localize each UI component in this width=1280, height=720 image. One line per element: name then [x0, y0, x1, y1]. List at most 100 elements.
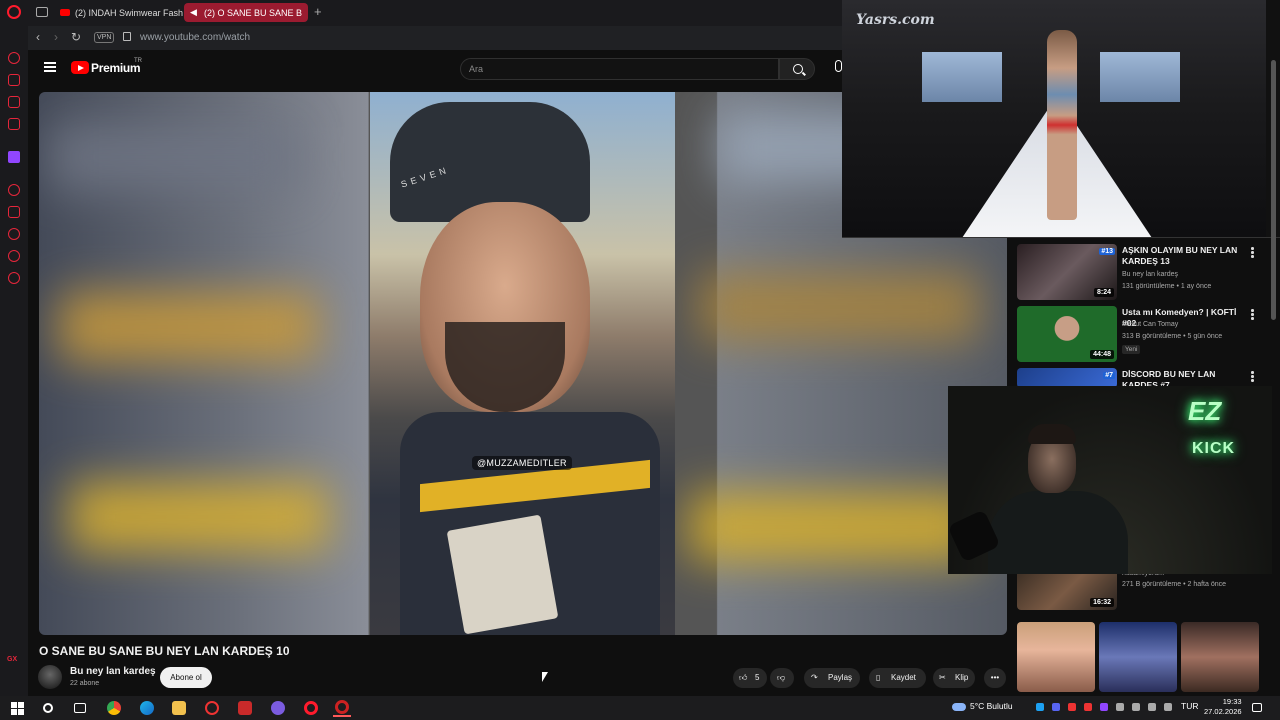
screen-panel-right: [1100, 52, 1180, 102]
start-button[interactable]: [8, 699, 26, 717]
save-button[interactable]: ▯ Kaydet: [869, 668, 926, 688]
more-options-icon[interactable]: [1251, 371, 1254, 382]
streamer-hair: [1028, 424, 1076, 444]
recommendation-thumbnail[interactable]: 44:48: [1017, 306, 1117, 362]
opera-gx-icon[interactable]: [333, 699, 351, 717]
speaker-icon[interactable]: ◀: [190, 8, 199, 17]
recommendation-item[interactable]: 16:32 nusamiyorum 271 B görüntüleme • 2 …: [1017, 570, 1272, 612]
extensions-icon[interactable]: [8, 250, 20, 262]
tray-volume-icon[interactable]: [1164, 703, 1172, 711]
discord-like-icon[interactable]: [269, 699, 287, 717]
tab-indah-swimwear[interactable]: (2) INDAH Swimwear Fash: [54, 3, 204, 22]
shorts-thumbnail[interactable]: [1017, 622, 1095, 692]
lock-icon[interactable]: [123, 32, 131, 41]
search-input[interactable]: Ara: [460, 58, 779, 80]
microphone-icon[interactable]: [835, 60, 842, 72]
region-code: TR: [134, 58, 142, 64]
search-icon[interactable]: [779, 58, 815, 80]
screen-panel-left: [922, 52, 1002, 102]
tray-network-icon[interactable]: [1148, 703, 1156, 711]
reload-button[interactable]: ↻: [71, 30, 81, 44]
tray-app-icon[interactable]: [1068, 703, 1076, 711]
channel-avatar[interactable]: [38, 665, 62, 689]
share-label: Paylaş: [828, 673, 853, 682]
share-button[interactable]: ↷ Paylaş: [804, 668, 860, 688]
messenger-icon[interactable]: [8, 74, 20, 86]
workspaces-icon[interactable]: [36, 7, 48, 17]
tab-o-sane-bu-sane[interactable]: ◀ (2) O SANE BU SANE B: [184, 3, 308, 22]
file-explorer-icon[interactable]: [170, 699, 188, 717]
edge-icon[interactable]: [138, 699, 156, 717]
aria-icon[interactable]: [8, 52, 20, 64]
new-badge: Yeni: [1122, 345, 1141, 354]
tray-mic-icon[interactable]: [1132, 703, 1140, 711]
youtube-brand[interactable]: Premium: [91, 61, 141, 75]
search-taskbar-icon[interactable]: [39, 699, 57, 717]
recommendation-thumbnail[interactable]: #13 8:24: [1017, 244, 1117, 300]
recommendation-item[interactable]: #13 8:24 AŞKIN OLAYIM BU NEY LAN KARDEŞ …: [1017, 242, 1272, 302]
tray-app-icon[interactable]: [1084, 703, 1092, 711]
new-tab-button[interactable]: +: [314, 4, 322, 19]
back-button[interactable]: ‹: [36, 30, 40, 44]
recommendation-item[interactable]: 44:48 Usta mı Komedyen? | KOFTİ #02 Mesu…: [1017, 304, 1272, 364]
weather-icon[interactable]: [952, 703, 966, 711]
task-view-icon[interactable]: [71, 699, 89, 717]
more-actions-button[interactable]: •••: [984, 668, 1006, 688]
url-field[interactable]: www.youtube.com/watch: [140, 32, 250, 43]
tray-app-icon[interactable]: [1116, 703, 1124, 711]
history-icon[interactable]: [8, 228, 20, 240]
tray-discord-icon[interactable]: [1052, 703, 1060, 711]
chrome-icon[interactable]: [105, 699, 123, 717]
tray-telegram-icon[interactable]: [1036, 703, 1044, 711]
recommendation-title[interactable]: AŞKIN OLAYIM BU NEY LAN KARDEŞ 13: [1122, 245, 1247, 267]
twitch-icon[interactable]: [8, 151, 20, 163]
recommendation-thumbnail[interactable]: 16:32: [1017, 570, 1117, 610]
thumbs-down-icon: 👎︎: [777, 673, 786, 682]
opera-icon[interactable]: [302, 699, 320, 717]
subscribe-button[interactable]: Abone ol: [160, 667, 212, 688]
vk-icon[interactable]: [8, 118, 20, 130]
opera-logo-icon[interactable]: [7, 5, 21, 19]
save-label: Kaydet: [891, 673, 916, 682]
scrollbar-thumb[interactable]: [1271, 60, 1276, 320]
notifications-icon[interactable]: [1252, 703, 1262, 712]
voice-app-icon[interactable]: [236, 699, 254, 717]
like-button[interactable]: 👍︎ 5: [733, 668, 767, 688]
subscriber-count: 22 abone: [70, 680, 100, 687]
address-bar: ‹ › ↻ VPN www.youtube.com/watch: [28, 26, 842, 50]
tray-app-icon[interactable]: [1100, 703, 1108, 711]
recommendation-channel[interactable]: Mesut Can Tomay: [1122, 321, 1178, 328]
shorts-thumbnail[interactable]: [1099, 622, 1177, 692]
gx-icon[interactable]: GX: [7, 656, 17, 663]
settings-icon[interactable]: [8, 272, 20, 284]
youtube-logo-icon[interactable]: [71, 61, 89, 74]
runway-video-overlay[interactable]: Yasrs.com: [842, 0, 1280, 238]
language-indicator[interactable]: TUR: [1181, 701, 1198, 711]
forward-button[interactable]: ›: [54, 30, 58, 44]
player-icon[interactable]: [8, 184, 20, 196]
shorts-thumbnail[interactable]: [1181, 622, 1259, 692]
dislike-button[interactable]: 👎︎: [770, 668, 794, 688]
menu-icon[interactable]: [44, 62, 56, 72]
mouse-cursor-icon: [542, 672, 548, 682]
more-options-icon[interactable]: [1251, 247, 1254, 258]
vpn-badge[interactable]: VPN: [94, 32, 115, 43]
more-icon: •••: [990, 673, 1000, 682]
pip-watermark: Yasrs.com: [856, 12, 935, 28]
runway-model: [1047, 30, 1077, 220]
thumbs-up-icon: 👍︎: [739, 673, 748, 682]
clock[interactable]: 19:33 27.02.2026: [1204, 697, 1242, 717]
weather-text[interactable]: 5°C Bulutlu: [970, 701, 1013, 711]
app-icon[interactable]: [203, 699, 221, 717]
clip-button[interactable]: ✂ Klip: [933, 668, 975, 688]
clock-time: 19:33: [1222, 697, 1242, 706]
recommendation-channel[interactable]: Bu ney lan kardeş: [1122, 271, 1178, 278]
recommendation-item[interactable]: #7 DİSCORD BU NEY LAN KARDEŞ #7: [1017, 366, 1272, 390]
recommendation-thumbnail[interactable]: #7: [1017, 368, 1117, 388]
bookmarks-icon[interactable]: [8, 206, 20, 218]
channel-name[interactable]: Bu ney lan kardeş: [70, 666, 156, 677]
like-count: 5: [755, 673, 760, 682]
more-options-icon[interactable]: [1251, 309, 1254, 320]
instagram-icon[interactable]: [8, 96, 20, 108]
recommendation-meta: 131 görüntüleme • 1 ay önce: [1122, 283, 1212, 290]
